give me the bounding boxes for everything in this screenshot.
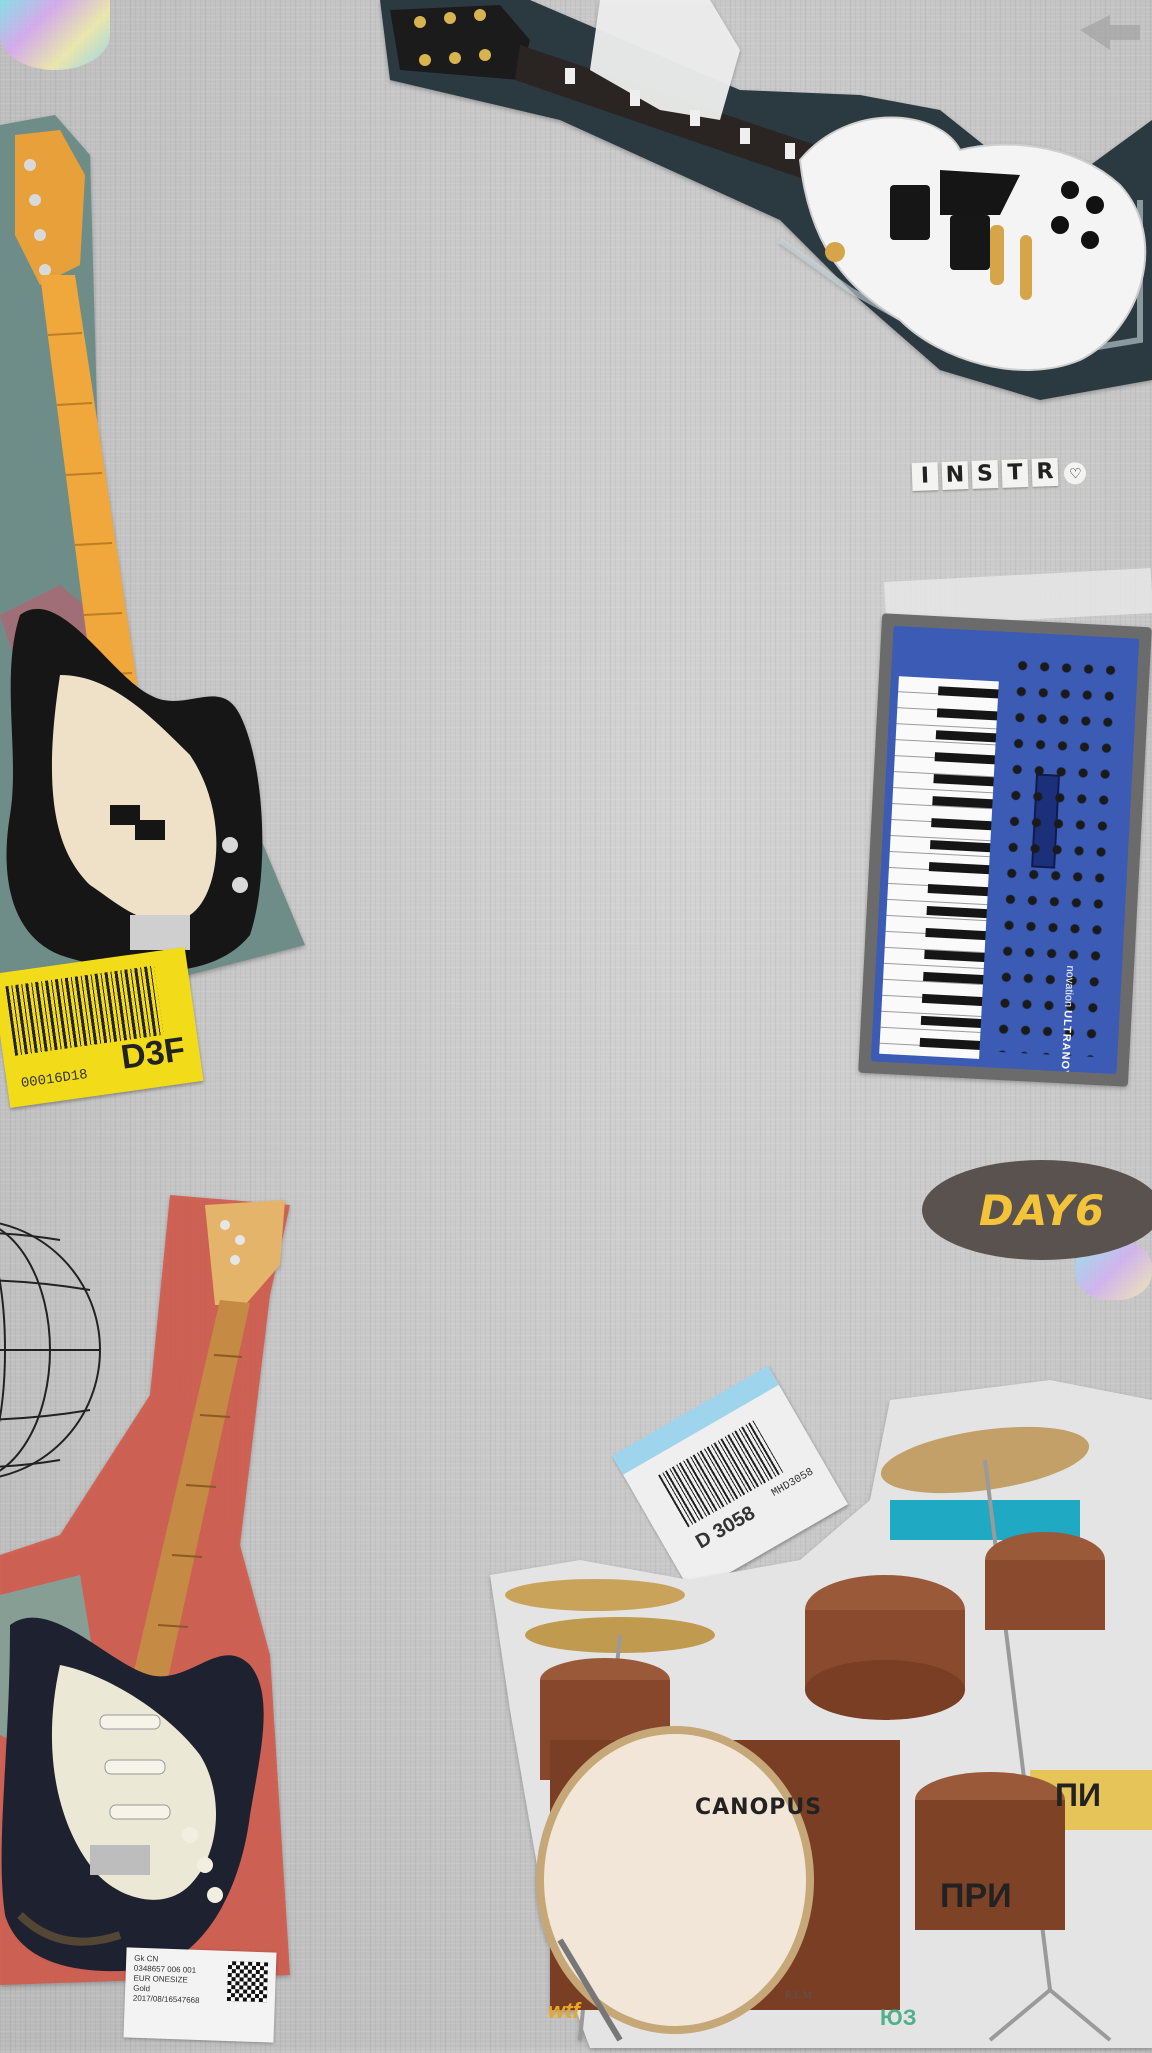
drum-brand: CANOPUS [695, 1795, 823, 1820]
synth-body: novation ULTRANOVA [870, 625, 1140, 1075]
cyrillic-label-3: ЮЗ [880, 2005, 917, 2030]
synth-keyboard-sticker: novation ULTRANOVA [858, 613, 1152, 1087]
footer-mark: wtf [548, 1998, 580, 2023]
band-badge: DAY6 [922, 1160, 1152, 1260]
title-letter-tiles: INSTR ♡ [910, 457, 1087, 492]
yellow-barcode-tag: D3F 00016D18 [0, 947, 204, 1108]
letter-tile-4: T [1001, 458, 1029, 488]
cyrillic-label-2: ПРИ [940, 1877, 1012, 1915]
les-paul-guitar-sticker [380, 0, 1152, 410]
bass-guitar-sticker [0, 115, 310, 985]
letter-tile-3: S [971, 460, 999, 489]
cyrillic-label-1: ПИ [1055, 1777, 1101, 1813]
synth-knobs [991, 652, 1123, 1058]
drum-sub-label: R.E.M. [785, 1990, 815, 2001]
band-badge-text: DAY6 [978, 1185, 1106, 1235]
stratocaster-guitar-sticker [0, 1195, 290, 1995]
size-label-tag: Gk CN 0348657 006 001 EUR ONESIZE Gold 2… [123, 1947, 277, 2043]
heart-icon: ♡ [1064, 461, 1087, 485]
drum-kit-sticker: CANOPUS R.E.M. ПИ ПРИ ЮЗ [490, 1380, 1152, 2048]
barcode-tag-code: D3F [118, 1030, 188, 1077]
qr-code-icon [226, 1960, 269, 2003]
barcode-tag-number: 00016D18 [20, 1066, 89, 1093]
holo-sticker-top-left [0, 0, 110, 70]
letter-tile-1: I [911, 462, 939, 492]
letter-tile-5: R [1031, 457, 1059, 487]
synth-brand: novation [1061, 965, 1077, 1008]
letter-tile-2: N [941, 461, 969, 490]
